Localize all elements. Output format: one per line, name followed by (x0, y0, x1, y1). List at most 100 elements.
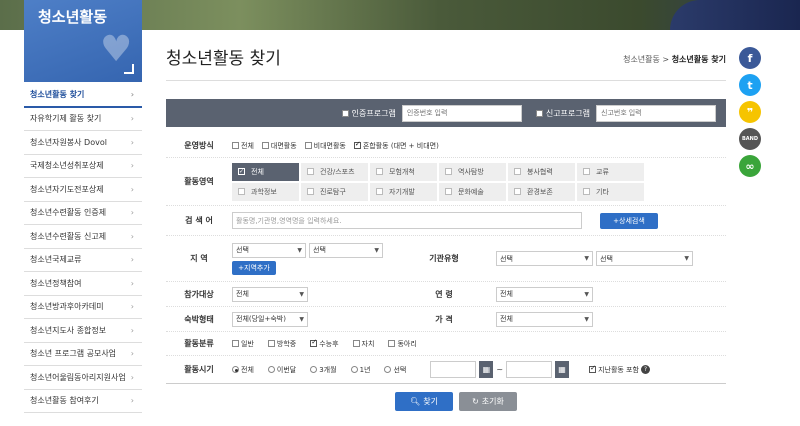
category-option[interactable]: 동아리 (388, 339, 417, 349)
area-option[interactable]: ✓ 전체 (232, 162, 299, 181)
area-checkbox[interactable] (445, 168, 452, 175)
twitter-icon[interactable]: t (739, 74, 761, 96)
stay-select[interactable]: 전체(당일+숙박) ▼ (232, 311, 308, 327)
category-option[interactable]: 수능후 (310, 338, 339, 349)
facebook-icon[interactable]: f (739, 47, 761, 69)
cert-program-option[interactable]: 인증프로그램 (341, 108, 396, 119)
period-option[interactable]: 3개월 (310, 365, 337, 375)
sidebar-item[interactable]: 청소년정책참여 › (24, 272, 142, 296)
sidebar-item[interactable]: 청소년활동 찾기 › (24, 84, 142, 108)
period-option[interactable]: 선택 (384, 365, 406, 375)
operation-checkbox[interactable] (261, 142, 269, 149)
category-checkbox[interactable] (232, 340, 239, 347)
area-checkbox[interactable] (307, 188, 314, 195)
area-option[interactable]: 문화예술 (439, 182, 506, 201)
band-icon[interactable]: BAND (739, 128, 761, 150)
area-option[interactable]: 교류 (577, 162, 644, 181)
category-option[interactable]: 일반 (232, 339, 254, 349)
report-checkbox[interactable] (535, 109, 543, 117)
period-radio[interactable] (350, 366, 358, 373)
operation-option[interactable]: 비대면활동 (304, 141, 346, 151)
period-row: 활동시기 전체 이번달 3개월 1년 선택 ▦ ~ ▦ 지난활동 포함 ? (166, 356, 726, 384)
area-checkbox[interactable] (514, 168, 521, 175)
link-icon[interactable]: ∞ (739, 155, 761, 177)
area-option[interactable]: 건강/스포츠 (301, 162, 368, 181)
area-option[interactable]: 진로탐구 (301, 182, 368, 201)
sidebar-item[interactable]: 청소년어울림동아리지원사업 › (24, 366, 142, 390)
sidebar-item[interactable]: 청소년수련활동 신고제 › (24, 225, 142, 249)
area-option[interactable]: 봉사협력 (508, 162, 575, 181)
breadcrumb-parent[interactable]: 청소년활동 (623, 55, 660, 64)
kakaostory-icon[interactable]: ❞ (739, 101, 761, 123)
operation-checkbox[interactable] (353, 140, 361, 149)
help-icon[interactable]: ? (640, 365, 650, 374)
keyword-input[interactable]: 활동명,기관명,영역명을 입력하세요. (232, 212, 582, 229)
period-option[interactable]: 전체 (232, 365, 254, 375)
sidebar-item[interactable]: 국제청소년성취포상제 › (24, 155, 142, 178)
sidebar-item[interactable]: 청소년국제교류 › (24, 249, 142, 272)
past-activity-option[interactable]: 지난활동 포함 ? (589, 364, 650, 375)
category-option[interactable]: 방학중 (267, 339, 296, 349)
add-region-button[interactable]: +지역추가 (232, 260, 276, 275)
calendar-icon[interactable]: ▦ (555, 361, 570, 378)
area-option[interactable]: 자기개발 (370, 182, 437, 201)
org-type-select-1[interactable]: 선택 ▼ (496, 251, 593, 266)
cert-checkbox[interactable] (341, 109, 349, 117)
area-option[interactable]: 환경보존 (508, 182, 575, 201)
start-date-input[interactable] (430, 361, 477, 378)
price-select[interactable]: 전체 ▼ (496, 311, 593, 327)
sidebar-item[interactable]: 청소년자기도전포상제 › (24, 178, 142, 202)
operation-option[interactable]: 전체 (232, 141, 254, 151)
end-date-input[interactable] (506, 361, 553, 378)
sidebar-item[interactable]: 청소년수련활동 인증제 › (24, 202, 142, 225)
period-radio[interactable] (384, 366, 392, 373)
operation-checkbox[interactable] (232, 142, 239, 149)
period-radio[interactable] (310, 366, 318, 373)
org-type-select-2[interactable]: 선택 ▼ (596, 251, 693, 266)
detail-search-button[interactable]: +상세검색 (600, 212, 658, 229)
calendar-icon[interactable]: ▦ (479, 361, 494, 378)
area-checkbox[interactable] (514, 188, 521, 195)
region-select-2[interactable]: 선택 ▼ (309, 242, 383, 258)
category-checkbox[interactable] (352, 340, 360, 347)
period-radio[interactable] (267, 366, 275, 373)
area-checkbox[interactable] (376, 168, 383, 175)
operation-checkbox[interactable] (304, 142, 312, 149)
category-checkbox[interactable] (267, 340, 275, 347)
report-number-input[interactable] (596, 104, 716, 122)
category-checkbox[interactable] (310, 338, 318, 347)
area-checkbox[interactable] (376, 188, 383, 195)
operation-option[interactable]: 혼합활동 (대면 + 비대면) (353, 140, 439, 151)
operation-option[interactable]: 대면활동 (261, 141, 297, 151)
past-activity-checkbox[interactable] (589, 364, 597, 373)
sidebar-item[interactable]: 청소년방과후아카데미 › (24, 296, 142, 319)
category-checkbox[interactable] (388, 340, 396, 347)
area-option[interactable]: 기타 (577, 182, 644, 201)
sidebar-item[interactable]: 청소년자원봉사 Dovol › (24, 131, 142, 155)
area-checkbox[interactable] (583, 188, 590, 195)
link-icon-glyph: ∞ (745, 159, 755, 173)
sidebar-item[interactable]: 청소년지도사 종합정보 › (24, 319, 142, 343)
area-checkbox[interactable]: ✓ (238, 168, 245, 175)
sidebar-item[interactable]: 청소년활동 참여후기 › (24, 390, 142, 413)
cert-number-input[interactable] (401, 104, 522, 122)
area-checkbox[interactable] (238, 188, 245, 195)
age-select[interactable]: 전체 ▼ (496, 286, 593, 302)
area-option[interactable]: 과학정보 (232, 182, 299, 201)
area-option[interactable]: 모험개척 (370, 162, 437, 181)
period-option[interactable]: 1년 (350, 365, 370, 375)
area-checkbox[interactable] (583, 168, 590, 175)
sidebar-item[interactable]: 청소년 프로그램 공모사업 › (24, 343, 142, 366)
period-radio[interactable] (232, 366, 239, 373)
area-checkbox[interactable] (445, 188, 452, 195)
category-option[interactable]: 자치 (352, 339, 374, 349)
area-checkbox[interactable] (307, 168, 314, 175)
period-option[interactable]: 이번달 (267, 365, 296, 375)
target-select[interactable]: 전체 ▼ (232, 286, 308, 302)
report-program-option[interactable]: 신고프로그램 (535, 108, 590, 119)
search-button[interactable]: 🔍︎ 찾기 (395, 392, 453, 411)
area-option[interactable]: 역사탐방 (439, 162, 506, 181)
reset-button[interactable]: ↻ 초기화 (459, 392, 517, 411)
sidebar-item[interactable]: 자유학기제 활동 찾기 › (24, 108, 142, 131)
region-select-1[interactable]: 선택 ▼ (232, 242, 306, 258)
